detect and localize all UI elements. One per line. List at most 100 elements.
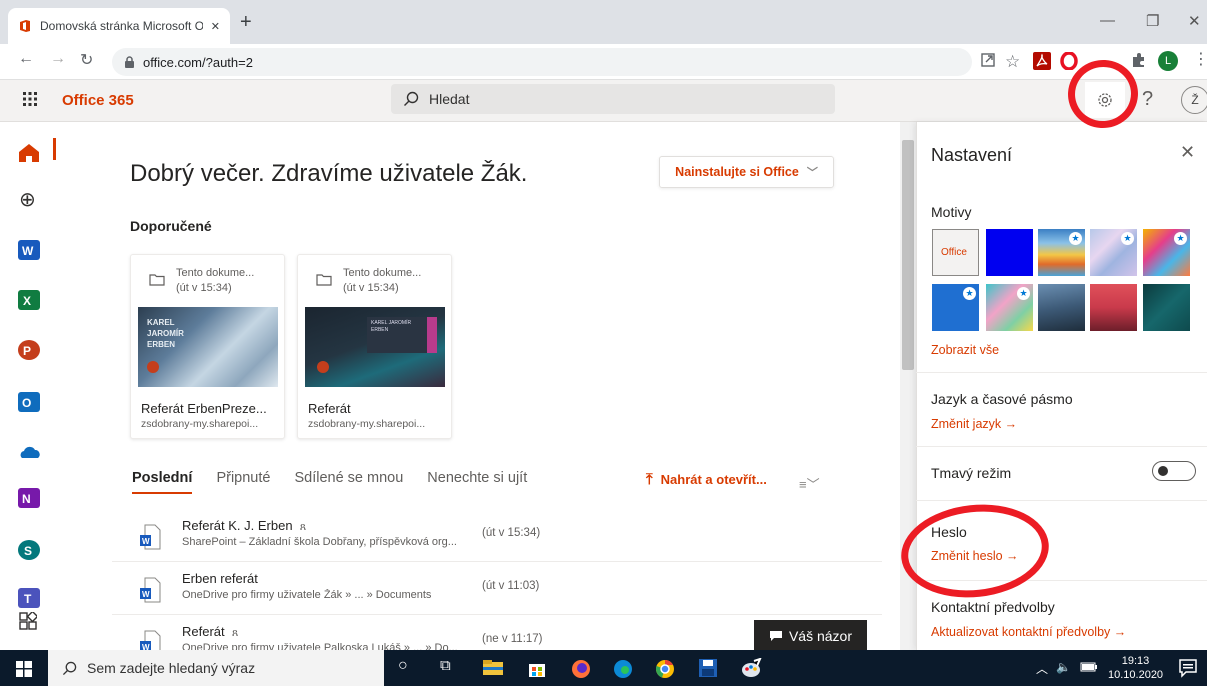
theme-mountains[interactable]	[1038, 284, 1085, 331]
store-icon[interactable]	[527, 658, 549, 680]
tab-close-icon[interactable]: ✕	[211, 20, 220, 33]
chrome-icon[interactable]	[654, 658, 676, 680]
window-close-icon[interactable]: ✕	[1188, 12, 1201, 30]
file-explorer-icon[interactable]	[482, 658, 504, 680]
sort-list-icon[interactable]: ≡﹀	[799, 474, 820, 493]
tray-chevron-icon[interactable]: ︿	[1036, 660, 1058, 682]
tab-dont-miss[interactable]: Nenechte si ujít	[427, 470, 527, 494]
card-activity-title: Tento dokume...	[176, 267, 255, 279]
onenote-icon[interactable]: N	[18, 488, 40, 508]
office-search-box[interactable]: Hledat	[391, 84, 835, 114]
feedback-button[interactable]: Váš názor	[754, 620, 867, 652]
back-icon[interactable]: ←	[18, 50, 34, 68]
theme-waves[interactable]: ★	[1090, 229, 1137, 276]
divider	[916, 580, 1207, 581]
opera-extension-icon[interactable]	[1060, 52, 1078, 70]
theme-blue[interactable]	[986, 229, 1033, 276]
all-apps-icon[interactable]	[19, 612, 37, 630]
theme-office[interactable]: Office	[932, 229, 979, 276]
taskbar-clock[interactable]: 19:13 10.10.2020	[1108, 654, 1163, 682]
recommended-card[interactable]: Tento dokume... (út v 15:34) KAREL JAROM…	[130, 254, 285, 439]
notifications-icon[interactable]	[1178, 658, 1200, 680]
home-icon[interactable]	[18, 143, 40, 163]
change-password-link[interactable]: Změnit heslo →	[931, 549, 1019, 563]
outlook-icon[interactable]: O	[18, 392, 40, 412]
app-launcher-icon[interactable]	[22, 91, 38, 107]
install-office-label: Nainstalujte si Office	[675, 165, 799, 179]
tab-recent[interactable]: Poslední	[132, 470, 193, 494]
theme-circuit-teal[interactable]	[1143, 284, 1190, 331]
chevron-down-icon: ﹀	[806, 167, 818, 179]
open-in-app-icon[interactable]	[980, 52, 998, 70]
shared-people-icon: ጸ	[299, 521, 307, 533]
dark-mode-toggle[interactable]	[1152, 461, 1196, 481]
upload-open-button[interactable]: ⤒ Nahrát a otevřít...	[646, 471, 767, 488]
theme-sunset-palms[interactable]	[1090, 284, 1137, 331]
theme-colorful[interactable]: ★	[1143, 229, 1190, 276]
theme-landscape[interactable]: ★	[1038, 229, 1085, 276]
save-app-icon[interactable]	[698, 658, 720, 680]
forward-icon[interactable]: →	[50, 50, 66, 68]
update-contact-link[interactable]: Aktualizovat kontaktní předvolby →	[931, 625, 1126, 639]
powerpoint-icon[interactable]: P	[18, 340, 40, 360]
office-brand[interactable]: Office 365	[62, 92, 134, 109]
password-heading: Heslo	[931, 524, 967, 540]
paint-icon[interactable]	[740, 658, 762, 680]
excel-icon[interactable]: X	[18, 290, 40, 310]
theme-circuit-blue[interactable]: ★	[932, 284, 979, 331]
card-name: Referát	[308, 401, 351, 416]
change-language-link[interactable]: Změnit jazyk →	[931, 417, 1017, 431]
browser-menu-icon[interactable]: ⋮	[1193, 49, 1207, 68]
office-favicon-icon	[18, 19, 32, 33]
sharepoint-icon[interactable]: S	[18, 540, 40, 560]
gear-icon	[1096, 91, 1114, 109]
reload-icon[interactable]: ↻	[80, 50, 93, 70]
task-view-icon[interactable]: ⧉	[440, 657, 462, 679]
tab-pinned[interactable]: Připnuté	[216, 470, 270, 494]
help-button[interactable]: ?	[1142, 88, 1153, 111]
windows-start-icon[interactable]	[16, 661, 32, 677]
tab-title: Domovská stránka Microsoft Offi	[40, 19, 203, 33]
close-settings-icon[interactable]: ✕	[1180, 142, 1195, 163]
theme-pattern[interactable]: ★	[986, 284, 1033, 331]
scrollbar-thumb[interactable]	[902, 140, 914, 370]
language-heading: Jazyk a časové pásmo	[931, 391, 1073, 407]
onedrive-icon[interactable]	[18, 445, 42, 459]
maximize-icon[interactable]: ❐	[1146, 12, 1159, 30]
volume-icon[interactable]: 🔈	[1056, 660, 1078, 682]
file-path: SharePoint – Základní škola Dobřany, pří…	[182, 536, 457, 548]
profile-avatar[interactable]: L	[1158, 51, 1178, 71]
recommended-card[interactable]: Tento dokume... (út v 15:34) KAREL JAROM…	[297, 254, 452, 439]
show-all-themes-link[interactable]: Zobrazit vše	[931, 343, 999, 357]
word-doc-icon: W	[139, 630, 161, 650]
omnibox[interactable]: office.com/?auth=2	[112, 48, 972, 76]
toggle-knob	[1158, 466, 1168, 476]
firefox-icon[interactable]	[570, 658, 592, 680]
battery-icon[interactable]	[1080, 662, 1102, 684]
new-tab-button[interactable]: +	[240, 12, 252, 32]
search-icon	[62, 661, 77, 676]
minimize-icon[interactable]: —	[1100, 12, 1115, 29]
teams-icon[interactable]: T	[18, 588, 40, 608]
cortana-icon[interactable]: ○	[398, 657, 420, 679]
card-activity: Tento dokume... (út v 15:34)	[343, 266, 421, 296]
pdf-extension-icon[interactable]	[1033, 52, 1051, 70]
extensions-puzzle-icon[interactable]	[1130, 52, 1148, 70]
file-name-text: Referát K. J. Erben	[182, 518, 293, 533]
taskbar-search[interactable]: Sem zadejte hledaný výraz	[48, 650, 384, 686]
settings-button[interactable]	[1085, 82, 1125, 118]
contact-heading: Kontaktní předvolby	[931, 599, 1055, 615]
bookmark-star-icon[interactable]: ☆	[1005, 52, 1023, 71]
browser-tab[interactable]: Domovská stránka Microsoft Offi ✕	[8, 8, 230, 44]
word-icon[interactable]: W	[18, 240, 40, 260]
account-avatar[interactable]: Ž	[1181, 86, 1207, 114]
divider	[916, 372, 1207, 373]
svg-text:O: O	[22, 396, 31, 410]
create-icon[interactable]: ⊕	[19, 190, 36, 210]
edge-icon[interactable]	[612, 658, 634, 680]
tab-shared[interactable]: Sdílené se mnou	[294, 470, 403, 494]
office-header: Office 365 Hledat ? Ž	[0, 80, 1207, 122]
file-row[interactable]: W Erben referát OneDrive pro firmy uživa…	[112, 565, 882, 615]
file-row[interactable]: W Referát K. J. Erben ጸ SharePoint – Zák…	[112, 512, 882, 562]
install-office-button[interactable]: Nainstalujte si Office ﹀	[659, 156, 834, 188]
